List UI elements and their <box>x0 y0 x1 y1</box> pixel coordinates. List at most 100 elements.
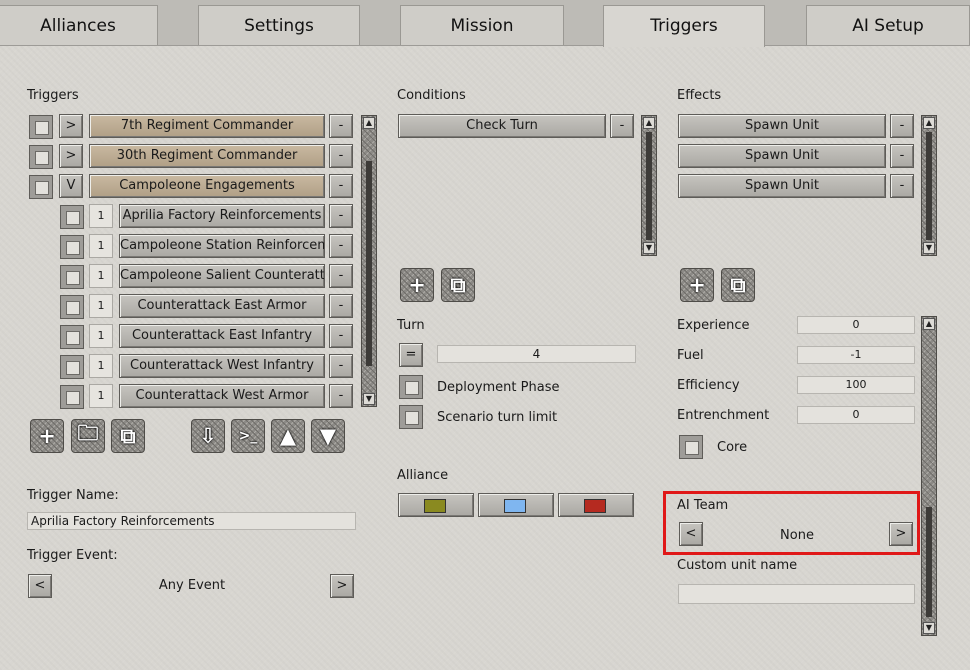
custom-unit-name-input[interactable] <box>678 584 915 604</box>
trigger-remove-button[interactable]: - <box>329 384 353 408</box>
trigger-item[interactable]: Campoleone Station Reinforcements <box>119 234 325 258</box>
tab-triggers[interactable]: Triggers <box>603 5 765 47</box>
trigger-checkbox[interactable] <box>60 205 84 229</box>
scroll-down-icon[interactable]: ▼ <box>923 242 935 254</box>
effect-remove-button[interactable]: - <box>890 114 914 138</box>
alliance-button[interactable] <box>398 493 474 517</box>
scroll-up-icon[interactable]: ▲ <box>923 318 935 330</box>
trigger-item[interactable]: Aprilia Factory Reinforcements <box>119 204 325 228</box>
trigger-order-field[interactable]: 1 <box>89 354 113 378</box>
trigger-checkbox[interactable] <box>29 175 53 199</box>
scroll-down-icon[interactable]: ▼ <box>643 242 655 254</box>
tab-settings[interactable]: Settings <box>198 5 360 45</box>
unit-properties-scrollbar[interactable]: ▲ ▼ <box>921 316 937 636</box>
deployment-phase-checkbox[interactable] <box>399 375 423 399</box>
trigger-expand-button[interactable]: V <box>59 174 83 198</box>
copy-effect-button[interactable]: ⧉ <box>721 268 755 302</box>
trigger-remove-button[interactable]: - <box>329 204 353 228</box>
efficiency-input[interactable]: 100 <box>797 376 915 394</box>
trigger-checkbox[interactable] <box>60 235 84 259</box>
tab-alliances[interactable]: Alliances <box>0 5 158 45</box>
trigger-group-item[interactable]: 7th Regiment Commander <box>89 114 325 138</box>
effect-item[interactable]: Spawn Unit <box>678 174 886 198</box>
trigger-order-field[interactable]: 1 <box>89 234 113 258</box>
import-button[interactable]: ⇩ <box>191 419 225 453</box>
scroll-thumb[interactable] <box>366 161 372 366</box>
trigger-remove-button[interactable]: - <box>329 174 353 198</box>
trigger-item[interactable]: Counterattack West Armor <box>119 384 325 408</box>
trigger-item[interactable]: Counterattack East Armor <box>119 294 325 318</box>
trigger-order-field[interactable]: 1 <box>89 204 113 228</box>
scroll-thumb[interactable] <box>646 132 652 240</box>
scroll-thumb[interactable] <box>926 132 932 240</box>
effect-item[interactable]: Spawn Unit <box>678 144 886 168</box>
trigger-checkbox[interactable] <box>60 265 84 289</box>
trigger-group-item[interactable]: 30th Regiment Commander <box>89 144 325 168</box>
experience-input[interactable]: 0 <box>797 316 915 334</box>
folder-button[interactable]: 🗀 <box>71 419 105 453</box>
condition-item[interactable]: Check Turn <box>398 114 606 138</box>
trigger-event-prev-button[interactable]: < <box>28 574 52 598</box>
trigger-remove-button[interactable]: - <box>329 234 353 258</box>
copy-button[interactable]: ⧉ <box>111 419 145 453</box>
effect-item[interactable]: Spawn Unit <box>678 114 886 138</box>
tab-mission[interactable]: Mission <box>400 5 564 45</box>
scroll-thumb[interactable] <box>926 507 932 617</box>
arrow-up-button[interactable]: ▲ <box>271 419 305 453</box>
trigger-checkbox[interactable] <box>29 115 53 139</box>
add-condition-button[interactable]: + <box>400 268 434 302</box>
effect-remove-button[interactable]: - <box>890 174 914 198</box>
trigger-remove-button[interactable]: - <box>329 294 353 318</box>
copy-condition-button[interactable]: ⧉ <box>441 268 475 302</box>
scroll-down-icon[interactable]: ▼ <box>923 622 935 634</box>
scroll-up-icon[interactable]: ▲ <box>923 117 935 129</box>
scroll-up-icon[interactable]: ▲ <box>363 117 375 129</box>
ai-team-next-button[interactable]: > <box>889 522 913 546</box>
editor-window: Alliances Settings Mission Triggers AI S… <box>0 0 970 670</box>
add-button[interactable]: + <box>30 419 64 453</box>
core-checkbox[interactable] <box>679 435 703 459</box>
console-button[interactable]: >_ <box>231 419 265 453</box>
trigger-order-field[interactable]: 1 <box>89 294 113 318</box>
trigger-item[interactable]: Counterattack West Infantry <box>119 354 325 378</box>
ai-team-prev-button[interactable]: < <box>679 522 703 546</box>
trigger-remove-button[interactable]: - <box>329 264 353 288</box>
trigger-item[interactable]: Campoleone Salient Counterattack <box>119 264 325 288</box>
turn-operator-button[interactable]: = <box>399 343 423 367</box>
add-effect-button[interactable]: + <box>680 268 714 302</box>
arrow-down-icon: ▼ <box>319 424 337 448</box>
scroll-down-icon[interactable]: ▼ <box>363 393 375 405</box>
trigger-expand-button[interactable]: > <box>59 114 83 138</box>
trigger-order-field[interactable]: 1 <box>89 384 113 408</box>
scenario-turn-limit-checkbox[interactable] <box>399 405 423 429</box>
trigger-order-field[interactable]: 1 <box>89 264 113 288</box>
trigger-group-item[interactable]: Campoleone Engagements <box>89 174 325 198</box>
alliance-button[interactable] <box>558 493 634 517</box>
trigger-item[interactable]: Counterattack East Infantry <box>119 324 325 348</box>
trigger-checkbox[interactable] <box>60 355 84 379</box>
trigger-order-field[interactable]: 1 <box>89 324 113 348</box>
trigger-remove-button[interactable]: - <box>329 354 353 378</box>
scroll-up-icon[interactable]: ▲ <box>643 117 655 129</box>
trigger-name-input[interactable]: Aprilia Factory Reinforcements <box>27 512 356 530</box>
alliance-button[interactable] <box>478 493 554 517</box>
triggers-scrollbar[interactable]: ▲ ▼ <box>361 115 377 407</box>
effect-remove-button[interactable]: - <box>890 144 914 168</box>
trigger-remove-button[interactable]: - <box>329 144 353 168</box>
trigger-checkbox[interactable] <box>29 145 53 169</box>
tab-ai-setup[interactable]: AI Setup <box>806 5 970 45</box>
arrow-down-button[interactable]: ▼ <box>311 419 345 453</box>
fuel-input[interactable]: -1 <box>797 346 915 364</box>
effects-scrollbar[interactable]: ▲ ▼ <box>921 115 937 256</box>
trigger-checkbox[interactable] <box>60 325 84 349</box>
trigger-remove-button[interactable]: - <box>329 324 353 348</box>
trigger-event-next-button[interactable]: > <box>330 574 354 598</box>
condition-remove-button[interactable]: - <box>610 114 634 138</box>
trigger-checkbox[interactable] <box>60 295 84 319</box>
trigger-expand-button[interactable]: > <box>59 144 83 168</box>
entrenchment-input[interactable]: 0 <box>797 406 915 424</box>
trigger-checkbox[interactable] <box>60 385 84 409</box>
conditions-scrollbar[interactable]: ▲ ▼ <box>641 115 657 256</box>
trigger-remove-button[interactable]: - <box>329 114 353 138</box>
turn-value-input[interactable]: 4 <box>437 345 636 363</box>
